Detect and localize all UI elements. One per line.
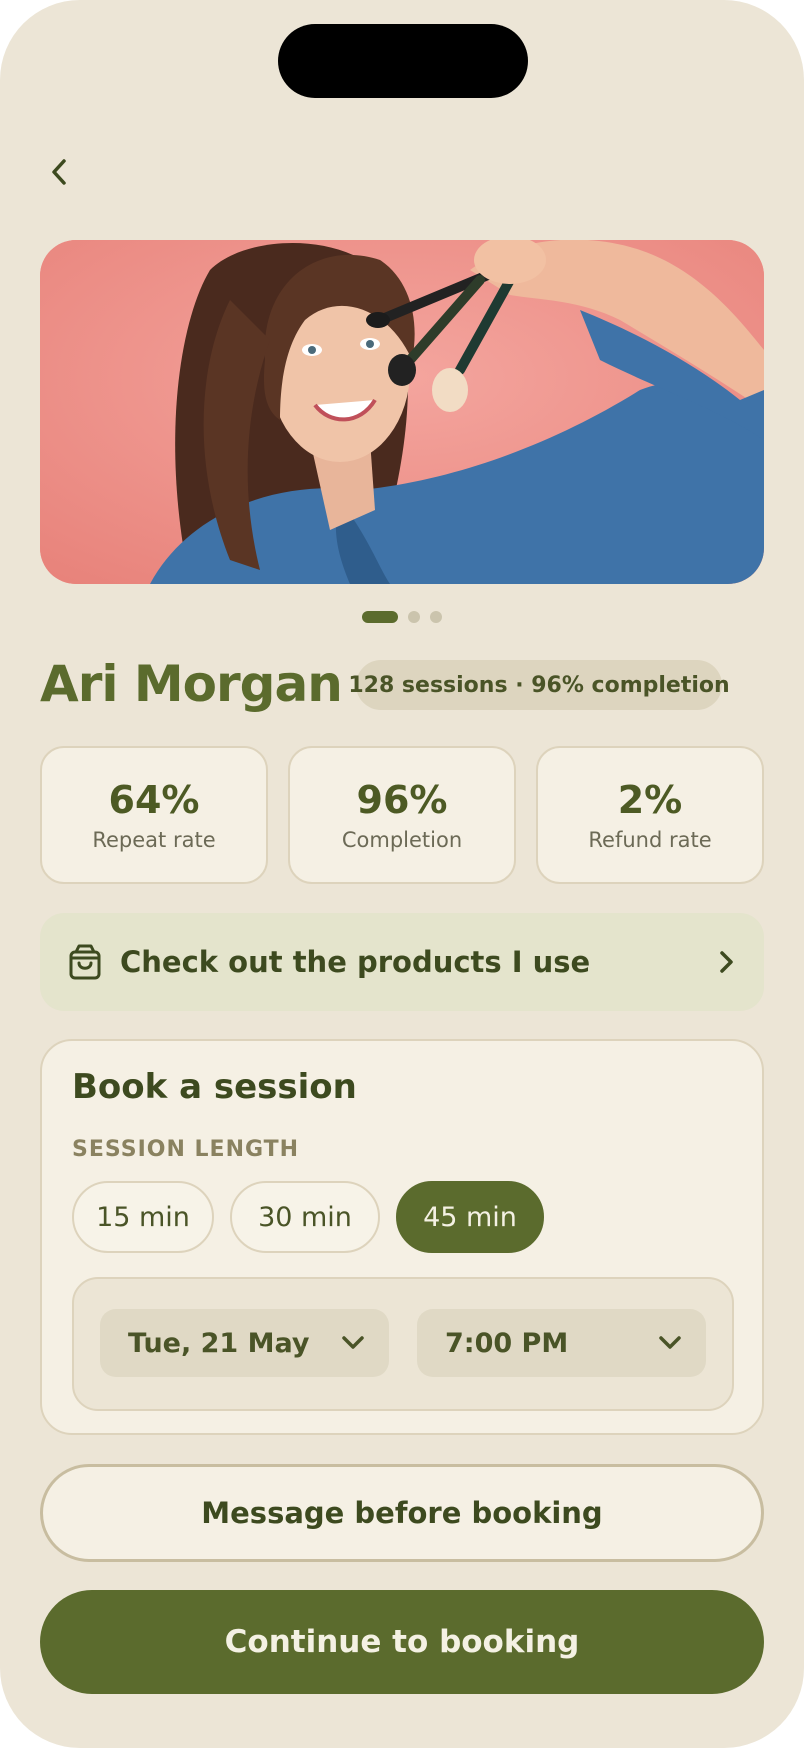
carousel-indicator	[0, 611, 804, 623]
stat-label: Refund rate	[588, 828, 712, 852]
chevron-left-icon	[52, 159, 66, 185]
carousel-dot-active[interactable]	[362, 611, 398, 623]
stat-value: 96%	[356, 778, 448, 822]
products-link[interactable]: Check out the products I use	[40, 913, 764, 1011]
stat-card-refund-rate: 2% Refund rate	[536, 746, 764, 884]
stylist-name: Ari Morgan	[40, 655, 343, 713]
chevron-right-icon	[720, 951, 733, 973]
length-option-45[interactable]: 45 min	[396, 1181, 544, 1253]
booking-title: Book a session	[72, 1067, 357, 1107]
sessions-summary-badge: 128 sessions · 96% completion	[348, 660, 730, 710]
chevron-down-icon	[342, 1336, 364, 1349]
length-option-15[interactable]: 15 min	[72, 1181, 214, 1253]
shopping-bag-icon	[69, 944, 101, 980]
session-length-options: 15 min 30 min 45 min	[72, 1181, 544, 1253]
stat-value: 2%	[617, 778, 683, 822]
dynamic-island	[278, 24, 528, 98]
stat-value: 64%	[108, 778, 200, 822]
phone-screen: Ari Morgan 128 sessions · 96% completion…	[0, 0, 804, 1748]
message-before-booking-button[interactable]: Message before booking	[40, 1464, 764, 1562]
time-value: 7:00 PM	[445, 1327, 569, 1359]
stats-row: 64% Repeat rate 96% Completion 2% Refund…	[40, 746, 764, 884]
time-select[interactable]: 7:00 PM	[417, 1309, 706, 1377]
profile-photo-illustration	[40, 240, 764, 584]
carousel-dot[interactable]	[430, 611, 442, 623]
booking-card: Book a session SESSION LENGTH 15 min 30 …	[40, 1039, 764, 1435]
back-button[interactable]	[36, 148, 84, 196]
continue-to-booking-button[interactable]: Continue to booking	[40, 1590, 764, 1694]
length-option-30[interactable]: 30 min	[230, 1181, 380, 1253]
profile-photo[interactable]	[40, 240, 764, 584]
stat-label: Completion	[341, 828, 463, 852]
products-link-label: Check out the products I use	[120, 945, 591, 979]
chevron-down-icon	[659, 1336, 681, 1349]
date-select[interactable]: Tue, 21 May	[100, 1309, 389, 1377]
date-value: Tue, 21 May	[128, 1327, 310, 1359]
date-time-picker: Tue, 21 May 7:00 PM	[72, 1277, 734, 1411]
stat-card-repeat-rate: 64% Repeat rate	[40, 746, 268, 884]
session-length-label: SESSION LENGTH	[72, 1137, 300, 1162]
stat-label: Repeat rate	[92, 828, 216, 852]
stat-card-completion: 96% Completion	[288, 746, 516, 884]
carousel-dot[interactable]	[408, 611, 420, 623]
